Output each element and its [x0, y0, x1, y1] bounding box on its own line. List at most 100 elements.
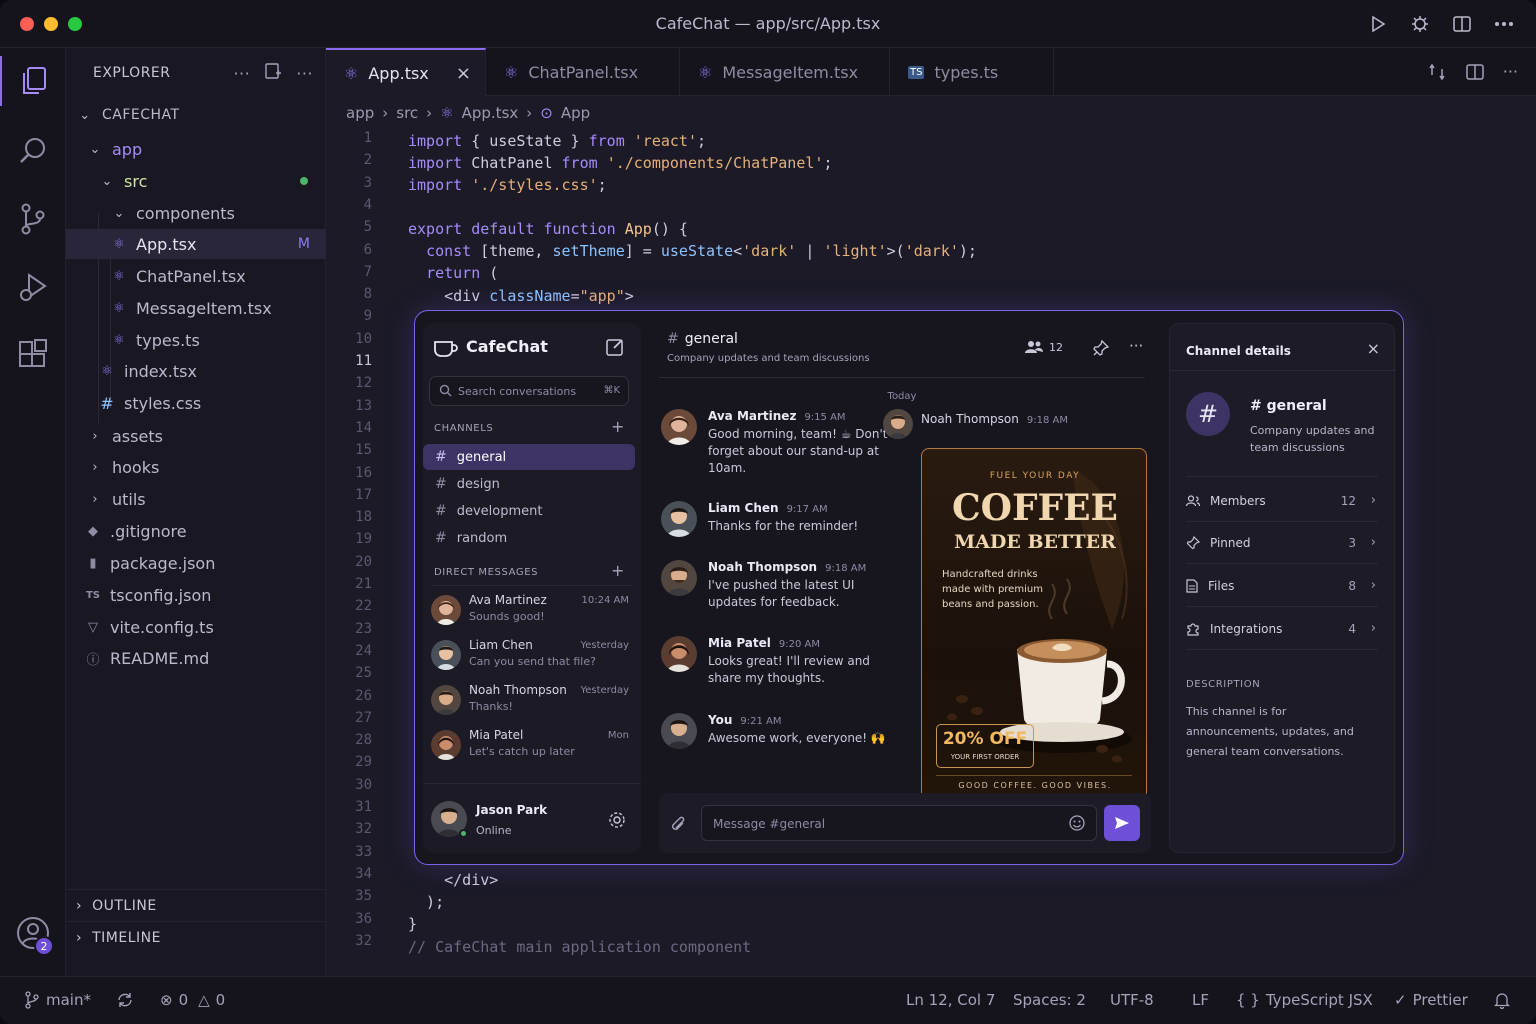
outline-section[interactable]: › OUTLINE [66, 889, 326, 921]
message-time: 9:15 AM [804, 412, 846, 423]
react-icon: ⚛ [113, 268, 125, 284]
tab-chatpanel[interactable]: ⚛ ChatPanel.tsx [486, 48, 680, 96]
tab-app-tsx[interactable]: ⚛ App.tsx × [326, 48, 486, 96]
new-file-icon[interactable] [264, 62, 282, 84]
channel-development[interactable]: # development [423, 498, 635, 524]
add-channel-icon[interactable]: + [611, 417, 624, 436]
cursor-position[interactable]: Ln 12, Col 7 [906, 991, 995, 1009]
message-item: Noah Thompson 9:18 AM I've pushed the lat… [659, 560, 889, 614]
react-icon: ⚛ [504, 62, 519, 82]
channel-general[interactable]: # general [423, 444, 635, 470]
breadcrumb-item[interactable]: src [396, 104, 418, 122]
split-editor-icon[interactable] [1465, 62, 1485, 86]
add-dm-icon[interactable]: + [611, 561, 624, 580]
compare-icon[interactable] [1427, 62, 1447, 86]
tab-messageitem[interactable]: ⚛ MessageItem.tsx [680, 48, 890, 96]
braces-icon: { } [1236, 991, 1260, 1009]
tree-item-hooks[interactable]: › hooks [66, 452, 326, 482]
tree-item-tsconfig[interactable]: TS tsconfig.json [66, 580, 326, 610]
breadcrumb: app › src › ⚛ App.tsx › ⊙ App [346, 104, 590, 122]
formatter[interactable]: ✓ Prettier [1394, 991, 1468, 1009]
tree-item-readme[interactable]: ⓘ README.md [66, 643, 326, 673]
accounts-icon[interactable] [0, 908, 66, 958]
tree-item-assets[interactable]: › assets [66, 421, 326, 451]
settings-icon[interactable] [608, 811, 626, 833]
tree-item-app[interactable]: ⌄ app [66, 134, 326, 164]
tree-item-chatpanel[interactable]: ⚛ ChatPanel.tsx [66, 261, 326, 291]
sync-icon[interactable] [116, 991, 134, 1009]
breadcrumb-item[interactable]: app [346, 104, 374, 122]
tree-item-utils[interactable]: › utils [66, 484, 326, 514]
source-control-icon[interactable] [0, 194, 66, 244]
search-icon[interactable] [0, 126, 66, 176]
search-input[interactable]: Search conversations ⌘K [429, 376, 629, 406]
explorer-icon[interactable] [0, 56, 66, 106]
tree-item-package[interactable]: ▮ package.json [66, 548, 326, 578]
tree-item-app-tsx[interactable]: ⚛ App.tsx M [66, 229, 326, 259]
tree-item-label: tsconfig.json [110, 585, 212, 605]
member-count: 12 [1049, 340, 1063, 354]
attachment-icon[interactable] [671, 815, 687, 837]
channel-random[interactable]: # random [423, 525, 635, 551]
dm-item[interactable]: Ava Martinez Sounds good! 10:24 AM [423, 591, 635, 635]
members-row[interactable]: Members 12 › [1186, 480, 1378, 522]
message-item: You 9:21 AM Awesome work, everyone! 🙌 [659, 713, 889, 757]
tree-item-label: App.tsx [136, 234, 197, 254]
close-icon[interactable]: × [1367, 339, 1380, 358]
tree-item-styles[interactable]: # styles.css [66, 388, 326, 418]
emoji-icon[interactable] [1068, 814, 1086, 836]
tree-item-src[interactable]: ⌄ src [66, 166, 326, 196]
message-input[interactable]: Message #general [701, 805, 1097, 841]
online-indicator [459, 829, 468, 838]
extensions-icon[interactable] [0, 330, 66, 380]
coffee-poster-image[interactable]: FUEL YOUR DAY COFFEE MADE BETTER Handcra… [921, 448, 1147, 800]
run-icon[interactable] [1366, 12, 1390, 36]
breadcrumb-item[interactable]: App [561, 104, 590, 122]
bell-icon[interactable] [1494, 991, 1510, 1009]
members-button[interactable]: 12 [1025, 340, 1063, 354]
compose-icon[interactable] [605, 337, 625, 361]
send-button[interactable] [1104, 805, 1140, 841]
poster-footer: GOOD COFFEE. GOOD VIBES. [958, 781, 1112, 790]
hash-icon: # [100, 393, 114, 413]
dm-item[interactable]: Mia Patel Let's catch up later Mon [423, 726, 635, 770]
tab-types[interactable]: TS types.ts [890, 48, 1054, 96]
more-icon[interactable]: ··· [233, 64, 250, 83]
project-root[interactable]: ⌄ CAFECHAT [66, 100, 326, 130]
more-icon[interactable]: ··· [1503, 62, 1518, 86]
files-row[interactable]: Files 8 › [1186, 565, 1378, 607]
line-number: 32 [355, 821, 372, 838]
breadcrumb-item[interactable]: App.tsx [462, 104, 519, 122]
collapse-more-icon[interactable]: ··· [296, 64, 313, 83]
react-icon: ⚛ [113, 300, 125, 316]
tree-item-index[interactable]: ⚛ index.tsx [66, 356, 326, 386]
indentation[interactable]: Spaces: 2 [1013, 991, 1086, 1009]
tree-item-vite[interactable]: ▽ vite.config.ts [66, 612, 326, 642]
timeline-section[interactable]: › TIMELINE [66, 921, 326, 953]
tree-item-types[interactable]: ⚛ types.ts [66, 325, 326, 355]
dm-item[interactable]: Noah Thompson Thanks! Yesterday [423, 681, 635, 725]
tree-item-messageitem[interactable]: ⚛ MessageItem.tsx [66, 293, 326, 323]
pinned-row[interactable]: Pinned 3 › [1186, 522, 1378, 564]
message-text: I've pushed the latest UI updates for fe… [708, 578, 855, 609]
more-icon[interactable]: ··· [1129, 337, 1143, 355]
close-icon[interactable]: × [456, 63, 471, 84]
pin-icon[interactable] [1092, 339, 1110, 361]
dm-item[interactable]: Liam Chen Can you send that file? Yester… [423, 636, 635, 680]
integrations-row[interactable]: Integrations 4 › [1186, 608, 1378, 650]
line-endings[interactable]: LF [1192, 991, 1209, 1009]
problems-indicator[interactable]: ⊗ 0 △ 0 [160, 991, 225, 1009]
encoding[interactable]: UTF-8 [1110, 991, 1154, 1009]
branch-indicator[interactable]: main* [24, 991, 91, 1009]
more-icon[interactable] [1492, 12, 1516, 36]
tree-item-components[interactable]: ⌄ components [66, 198, 326, 228]
row-count: 8 [1348, 578, 1356, 593]
chat-main: # general Company updates and team discus… [659, 323, 1151, 853]
run-debug-icon[interactable] [0, 262, 66, 312]
channel-design[interactable]: # design [423, 471, 635, 497]
explorer-title: EXPLORER [93, 65, 171, 81]
tree-item-gitignore[interactable]: ◆ .gitignore [66, 516, 326, 546]
split-layout-icon[interactable] [1450, 12, 1474, 36]
language-mode[interactable]: { } TypeScript JSX [1236, 991, 1373, 1009]
debug-icon[interactable] [1408, 12, 1432, 36]
